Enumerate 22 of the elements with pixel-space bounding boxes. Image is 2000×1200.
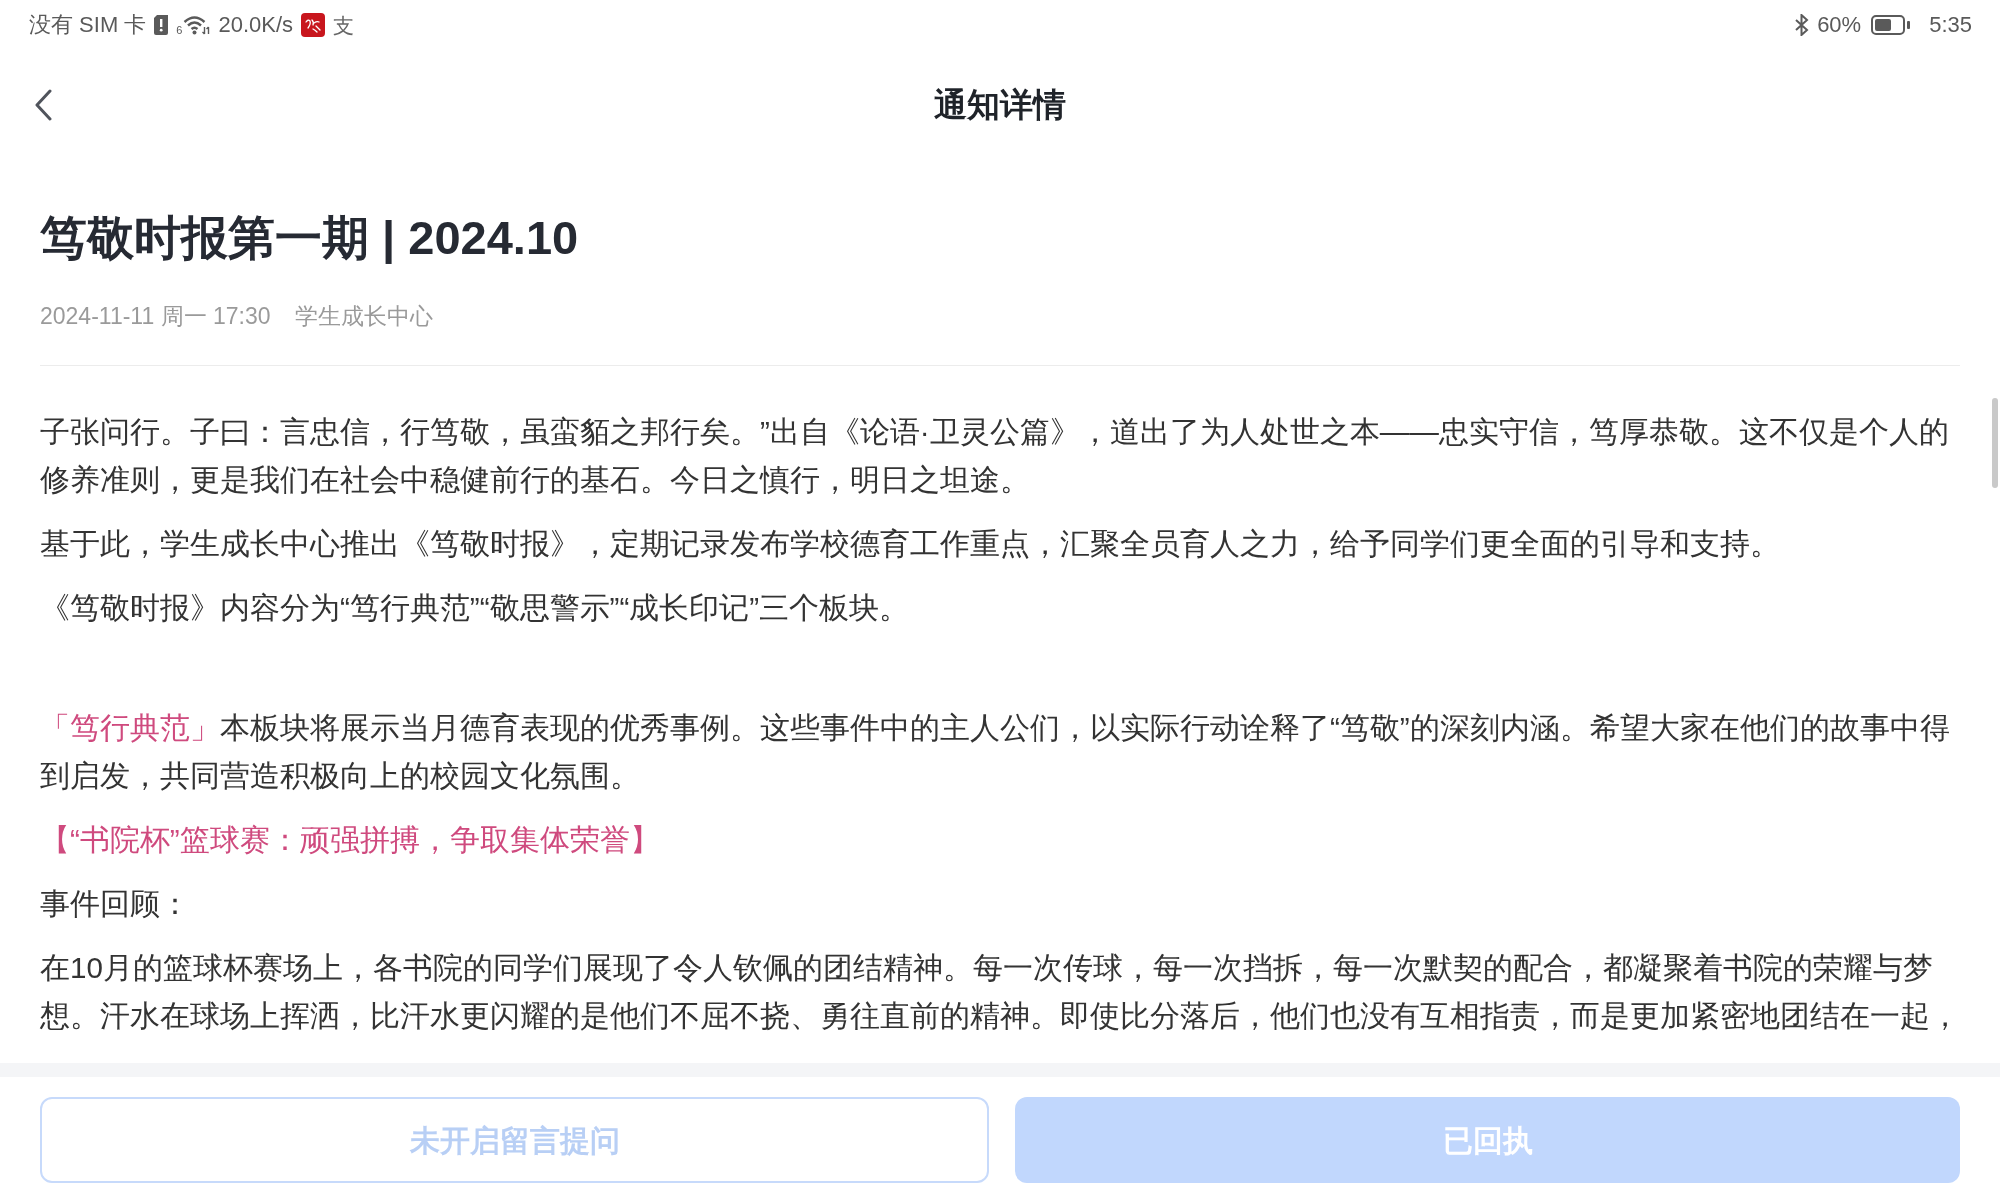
network-speed-text: 20.0K/s (218, 14, 294, 36)
app-icon (301, 13, 326, 37)
battery-percent-text: 60% (1817, 14, 1862, 36)
publish-date: 2024-11-11 周一 17:30 (40, 302, 271, 331)
paragraph: 子张问行。子曰：言忠信，行笃敬，虽蛮貊之邦行矣。”出自《论语·卫灵公篇》，道出了为人处世之本——忠实守信，笃厚恭敬。这不仅是个人的修养准则，更是我们在社会中稳健前行的基石。今日之慎行，明日之坦途。 (40, 414, 1950, 498)
publisher-name: 学生成长中心 (294, 302, 433, 331)
section-heading: 【“书院杯”篮球赛：顽强拼搏，争取集体荣誉】 (40, 822, 661, 858)
bluetooth-icon (1795, 14, 1810, 36)
app-glyph-text: 支 (333, 14, 355, 36)
paragraph: 基于此，学生成长中心推出《笃敬时报》，定期记录发布学校德育工作重点，汇聚全员育人之力，给予同学们更全面的引导和支持。 (40, 526, 1781, 562)
paragraph: 《笃敬时报》内容分为“笃行典范”“敬思警示”“成长印记”三个板块。 (40, 590, 911, 626)
wifi-generation-text: 6 (176, 25, 183, 36)
article-title: 笃敬时报第一期 | 2024.10 (40, 210, 580, 266)
wifi-icon (183, 15, 211, 35)
carrier-text: 没有 SIM 卡 (29, 14, 147, 36)
sim-alert-icon (154, 15, 169, 35)
paragraph: 事件回顾： (40, 886, 191, 922)
clock-text: 5:35 (1929, 14, 1972, 36)
paragraph: 「笃行典范」本板块将展示当月德育表现的优秀事例。这些事件中的主人公们，以实际行动诠释了“笃敬”的深刻内涵。希望大家在他们的故事中得到启发，共同营造积极向上的校园文化氛围。 (40, 710, 1951, 794)
battery-icon (1871, 15, 1912, 35)
page-title: 通知详情 (934, 85, 1066, 125)
paragraph: 在10月的篮球杯赛场上，各书院的同学们展现了令人钦佩的团结精神。每一次传球，每一次挡拆，每一次默契的配合，都凝聚着书院的荣耀与梦想。汗水在球场上挥洒，比汗水更闪耀的是他们不屈不挠、勇往直前的精神。即使比分落后，他们也没有互相指责，而是更加紧密地团结在一起， (40, 950, 1960, 1034)
